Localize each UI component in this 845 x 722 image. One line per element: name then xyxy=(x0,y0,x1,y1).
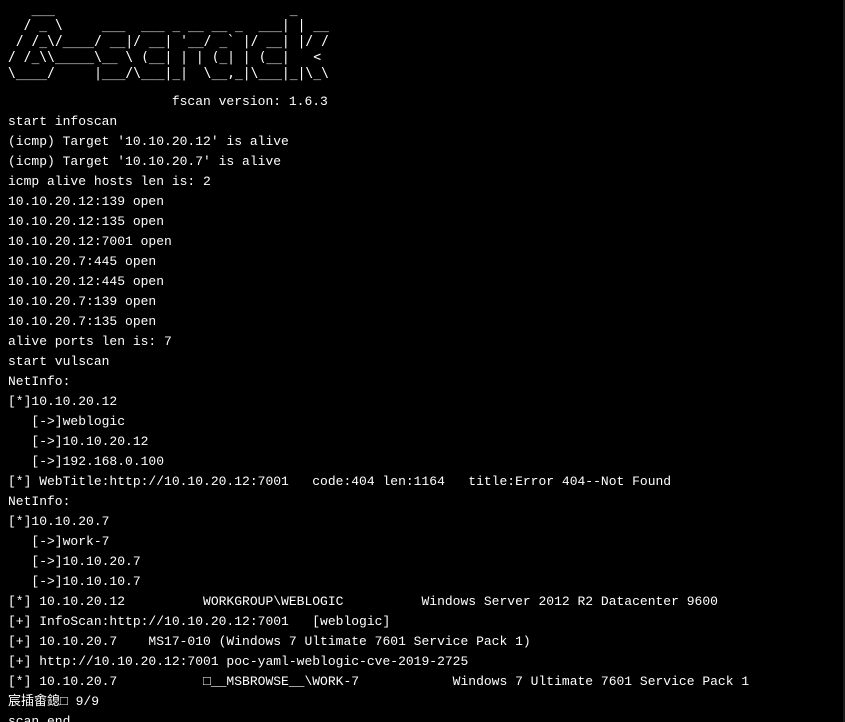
output-line: NetInfo: xyxy=(8,494,71,509)
output-line: 10.10.20.12:139 open xyxy=(8,194,165,209)
output-line: [+] 10.10.20.7 MS17-010 (Windows 7 Ultim… xyxy=(8,634,531,649)
output-line: 10.10.20.7:135 open xyxy=(8,314,157,329)
output-line: 10.10.20.12:7001 open xyxy=(8,234,172,249)
output-line: 10.10.20.7:445 open xyxy=(8,254,157,269)
output-line: 10.10.20.12:135 open xyxy=(8,214,165,229)
output-line: [*]10.10.20.7 xyxy=(8,514,110,529)
output-line: icmp alive hosts len is: 2 xyxy=(8,174,211,189)
output-line: alive ports len is: 7 xyxy=(8,334,172,349)
terminal-window[interactable]: ___ _ / _ \ ___ ___ _ __ __ _ ___| | __ … xyxy=(0,0,845,722)
output-line: [->]10.10.20.12 xyxy=(8,434,149,449)
terminal-output: fscan version: 1.6.3 start infoscan (icm… xyxy=(8,92,749,722)
output-line: 宸插畬鎴□ 9/9 xyxy=(8,694,100,709)
output-line: NetInfo: xyxy=(8,374,71,389)
fscan-ascii-banner: ___ _ / _ \ ___ ___ _ __ __ _ ___| | __ … xyxy=(8,2,329,81)
output-line: [*] WebTitle:http://10.10.20.12:7001 cod… xyxy=(8,474,672,489)
output-line: start infoscan xyxy=(8,114,118,129)
output-line: [->]10.10.20.7 xyxy=(8,554,141,569)
output-line: [->]10.10.10.7 xyxy=(8,574,141,589)
output-line: [+] InfoScan:http://10.10.20.12:7001 [we… xyxy=(8,614,391,629)
output-line: [*] 10.10.20.12 WORKGROUP\WEBLOGIC Windo… xyxy=(8,594,718,609)
output-line: [+] http://10.10.20.12:7001 poc-yaml-web… xyxy=(8,654,469,669)
output-line: [*] 10.10.20.7 □__MSBROWSE__\WORK-7 Wind… xyxy=(8,674,750,689)
output-line: (icmp) Target '10.10.20.7' is alive xyxy=(8,154,282,169)
output-line: [->]work-7 xyxy=(8,534,110,549)
output-line: start vulscan xyxy=(8,354,110,369)
output-line: (icmp) Target '10.10.20.12' is alive xyxy=(8,134,289,149)
output-line: [*]10.10.20.12 xyxy=(8,394,118,409)
output-line: 10.10.20.12:445 open xyxy=(8,274,165,289)
output-line: scan end xyxy=(8,714,71,722)
output-line: 10.10.20.7:139 open xyxy=(8,294,157,309)
output-line: [->]192.168.0.100 xyxy=(8,454,165,469)
output-line: [->]weblogic xyxy=(8,414,126,429)
version-line: fscan version: 1.6.3 xyxy=(8,94,328,109)
